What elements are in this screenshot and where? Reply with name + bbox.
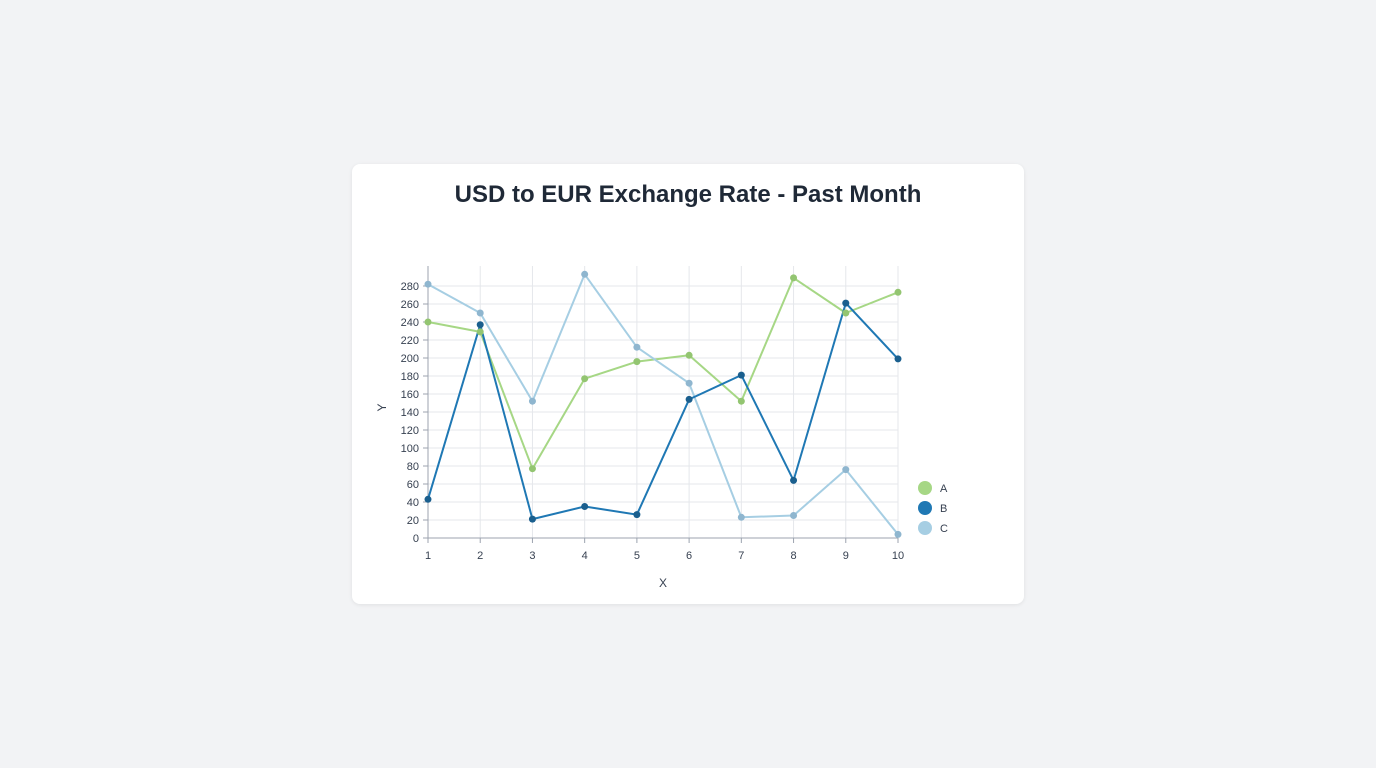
series-line-A — [427, 276, 899, 470]
data-point-C — [528, 397, 536, 405]
y-tick-label: 220 — [401, 335, 419, 347]
line-chart: 0 20 40 60 80 100 120 140 160 180 200 220 240 260 280 1… — [375, 266, 948, 590]
series-points — [424, 270, 902, 538]
y-tick-label: 20 — [407, 515, 419, 527]
data-point-A — [737, 397, 745, 405]
y-tick-label: 200 — [401, 353, 419, 365]
x-tick-label: 6 — [686, 550, 692, 562]
grid — [427, 266, 899, 539]
data-point-B — [633, 511, 641, 519]
data-point-C — [424, 280, 432, 288]
data-point-A — [842, 309, 850, 317]
y-tick-label: 100 — [401, 443, 419, 455]
y-tick-label: 240 — [401, 317, 419, 329]
data-point-A — [790, 274, 798, 282]
legend-swatch-B — [918, 501, 932, 515]
y-axis-label: Y — [375, 403, 389, 411]
data-point-B — [581, 503, 589, 510]
x-tick-label: 4 — [582, 550, 588, 562]
x-axis-label: X — [659, 576, 667, 590]
data-point-C — [476, 309, 484, 317]
data-point-C — [581, 270, 589, 278]
legend-swatch-A — [918, 481, 932, 495]
data-point-B — [685, 395, 693, 403]
data-point-B — [476, 321, 484, 329]
x-tick-label: 2 — [477, 550, 483, 562]
series-line-C — [427, 273, 899, 536]
data-point-B — [737, 371, 745, 379]
data-point-B — [842, 299, 850, 307]
series-lines — [427, 273, 899, 536]
data-point-C — [685, 379, 693, 387]
data-point-B — [894, 355, 902, 363]
x-tick-label: 1 — [425, 550, 431, 562]
legend: ABC — [918, 481, 948, 535]
y-tick-label: 60 — [407, 479, 419, 491]
data-point-A — [685, 351, 693, 359]
y-tick-label: 140 — [401, 407, 419, 419]
x-tick-label: 9 — [843, 550, 849, 562]
data-point-A — [633, 358, 641, 366]
y-tick-label: 0 — [413, 533, 419, 545]
y-tick-label: 40 — [407, 497, 419, 509]
x-tick-label: 7 — [738, 550, 744, 562]
x-tick-label: 5 — [634, 550, 640, 562]
x-tick-label: 3 — [529, 550, 535, 562]
data-point-B — [528, 515, 536, 523]
y-tick-label: 120 — [401, 425, 419, 437]
data-point-A — [894, 288, 902, 296]
y-tick-label: 160 — [401, 389, 419, 401]
y-tick-label: 80 — [407, 461, 419, 473]
data-point-A — [528, 465, 536, 473]
data-point-C — [842, 466, 850, 474]
data-point-A — [424, 318, 432, 326]
legend-swatch-C — [918, 521, 932, 535]
y-tick-label: 260 — [401, 299, 419, 311]
data-point-A — [476, 328, 484, 336]
legend-label-C: C — [940, 523, 948, 535]
x-tick-label: 10 — [892, 550, 904, 562]
data-point-B — [424, 495, 432, 503]
data-point-C — [737, 513, 745, 521]
y-tick-label: 180 — [401, 371, 419, 383]
data-point-C — [790, 512, 798, 519]
legend-label-B: B — [940, 503, 947, 515]
data-point-C — [633, 343, 641, 351]
data-point-A — [581, 375, 589, 383]
data-point-C — [894, 530, 902, 538]
chart-card: USD to EUR Exchange Rate - Past Month 02… — [352, 164, 1024, 604]
legend-label-A: A — [940, 483, 948, 495]
y-tick-label: 280 — [401, 281, 419, 293]
x-tick-label: 8 — [790, 550, 796, 562]
data-point-B — [790, 476, 798, 484]
